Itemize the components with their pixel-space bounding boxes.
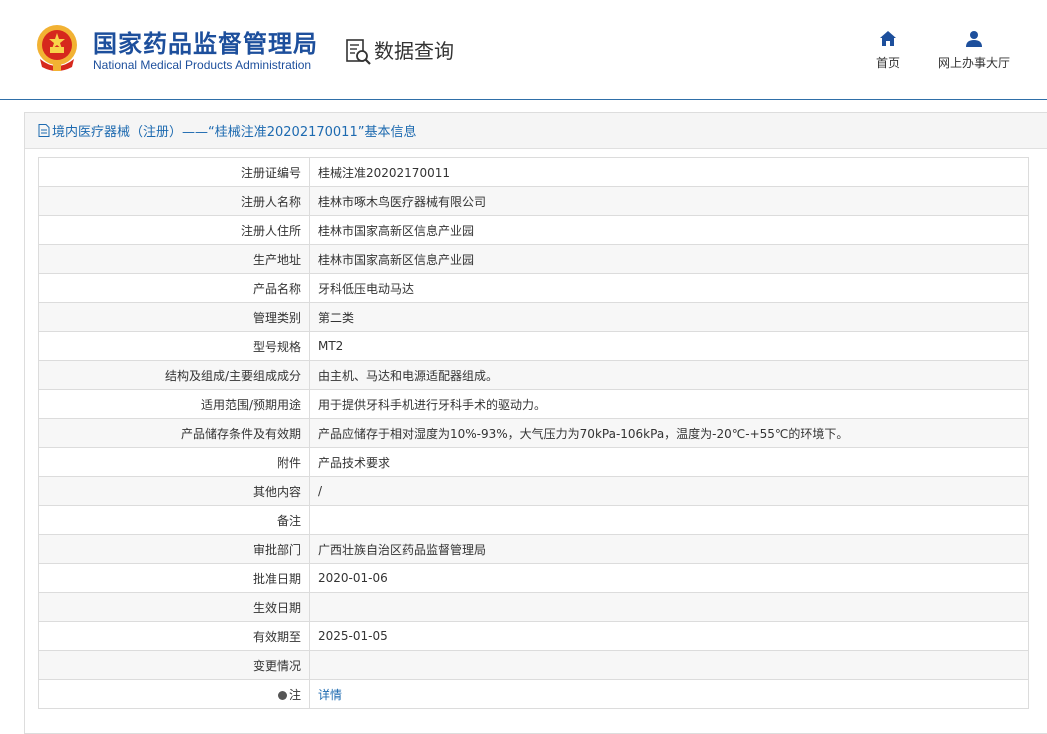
national-emblem-icon bbox=[37, 25, 77, 71]
table-row: 附件 产品技术要求 bbox=[38, 447, 1029, 477]
table-row: 型号规格 MT2 bbox=[38, 331, 1029, 361]
user-icon bbox=[966, 31, 982, 47]
table-row: 适用范围/预期用途 用于提供牙科手机进行牙科手术的驱动力。 bbox=[38, 389, 1029, 419]
field-label: 批准日期 bbox=[38, 563, 310, 593]
field-label: 型号规格 bbox=[38, 331, 310, 361]
field-value: 广西壮族自治区药品监督管理局 bbox=[309, 534, 1029, 564]
field-label: 产品储存条件及有效期 bbox=[38, 418, 310, 448]
field-value: 桂林市国家高新区信息产业园 bbox=[309, 244, 1029, 274]
note-dot-icon bbox=[277, 690, 287, 700]
nav-home[interactable]: 首页 bbox=[868, 30, 908, 71]
table-row: 有效期至 2025-01-05 bbox=[38, 621, 1029, 651]
nav-service-hall[interactable]: 网上办事大厅 bbox=[934, 30, 1014, 71]
nav-home-label: 首页 bbox=[875, 56, 900, 70]
table-row: 产品储存条件及有效期 产品应储存于相对湿度为10%-93%，大气压力为70kPa… bbox=[38, 418, 1029, 448]
field-value: 桂林市国家高新区信息产业园 bbox=[309, 215, 1029, 245]
field-label: 有效期至 bbox=[38, 621, 310, 651]
site-title-en: National Medical Products Administration bbox=[93, 58, 312, 72]
field-value: 由主机、马达和电源适配器组成。 bbox=[309, 360, 1029, 390]
table-row: 注册人住所 桂林市国家高新区信息产业园 bbox=[38, 215, 1029, 245]
field-label: 变更情况 bbox=[38, 650, 310, 680]
field-label: 结构及组成/主要组成成分 bbox=[38, 360, 310, 390]
field-label: 生产地址 bbox=[38, 244, 310, 274]
field-value: 用于提供牙科手机进行牙科手术的驱动力。 bbox=[309, 389, 1029, 419]
table-row: 备注 bbox=[38, 505, 1029, 535]
field-label: 注 bbox=[38, 679, 310, 709]
field-label: 注册人住所 bbox=[38, 215, 310, 245]
nav-service-hall-label: 网上办事大厅 bbox=[937, 56, 1010, 70]
site-title-cn: 国家药品监督管理局 bbox=[93, 30, 318, 58]
field-label: 审批部门 bbox=[38, 534, 310, 564]
table-row: 批准日期 2020-01-06 bbox=[38, 563, 1029, 593]
field-label: 管理类别 bbox=[38, 302, 310, 332]
table-row: 管理类别 第二类 bbox=[38, 302, 1029, 332]
field-value: 产品技术要求 bbox=[309, 447, 1029, 477]
details-link[interactable]: 详情 bbox=[318, 688, 342, 702]
table-row: 其他内容 / bbox=[38, 476, 1029, 506]
table-row-note: 注 详情 bbox=[38, 679, 1029, 709]
field-value: 牙科低压电动马达 bbox=[309, 273, 1029, 303]
field-value bbox=[309, 650, 1029, 680]
field-value bbox=[309, 592, 1029, 622]
table-row: 结构及组成/主要组成成分 由主机、马达和电源适配器组成。 bbox=[38, 360, 1029, 390]
field-label: 注册人名称 bbox=[38, 186, 310, 216]
field-value: 2020-01-06 bbox=[309, 563, 1029, 593]
field-value: 详情 bbox=[309, 679, 1029, 709]
document-icon bbox=[38, 124, 50, 137]
detail-panel: 境内医疗器械（注册）——“桂械注准20202170011”基本信息 注册证编号 … bbox=[24, 112, 1047, 734]
table-row: 注册证编号 桂械注准20202170011 bbox=[38, 157, 1029, 187]
field-value: / bbox=[309, 476, 1029, 506]
table-row: 生效日期 bbox=[38, 592, 1029, 622]
field-label: 注册证编号 bbox=[38, 157, 310, 187]
field-label: 备注 bbox=[38, 505, 310, 535]
panel-title: 境内医疗器械（注册）——“桂械注准20202170011”基本信息 bbox=[52, 125, 417, 140]
field-value: 桂林市啄木鸟医疗器械有限公司 bbox=[309, 186, 1029, 216]
field-value: 2025-01-05 bbox=[309, 621, 1029, 651]
field-value: 第二类 bbox=[309, 302, 1029, 332]
field-label: 生效日期 bbox=[38, 592, 310, 622]
field-value: 产品应储存于相对湿度为10%-93%，大气压力为70kPa-106kPa，温度为… bbox=[309, 418, 1029, 448]
table-row: 生产地址 桂林市国家高新区信息产业园 bbox=[38, 244, 1029, 274]
page-section-title: 数据查询 bbox=[374, 39, 454, 63]
field-label: 其他内容 bbox=[38, 476, 310, 506]
table-row: 注册人名称 桂林市啄木鸟医疗器械有限公司 bbox=[38, 186, 1029, 216]
table-row: 变更情况 bbox=[38, 650, 1029, 680]
field-label: 适用范围/预期用途 bbox=[38, 389, 310, 419]
panel-header: 境内医疗器械（注册）——“桂械注准20202170011”基本信息 bbox=[25, 113, 1047, 149]
field-value: MT2 bbox=[309, 331, 1029, 361]
info-table: 注册证编号 桂械注准20202170011 注册人名称 桂林市啄木鸟医疗器械有限… bbox=[38, 157, 1029, 709]
field-value: 桂械注准20202170011 bbox=[309, 157, 1029, 187]
home-icon bbox=[880, 31, 896, 46]
field-label: 附件 bbox=[38, 447, 310, 477]
field-value bbox=[309, 505, 1029, 535]
field-label: 产品名称 bbox=[38, 273, 310, 303]
document-search-icon bbox=[346, 39, 371, 65]
note-label: 注 bbox=[288, 687, 301, 702]
site-header: 国家药品监督管理局 National Medical Products Admi… bbox=[0, 0, 1047, 100]
table-row: 产品名称 牙科低压电动马达 bbox=[38, 273, 1029, 303]
table-row: 审批部门 广西壮族自治区药品监督管理局 bbox=[38, 534, 1029, 564]
